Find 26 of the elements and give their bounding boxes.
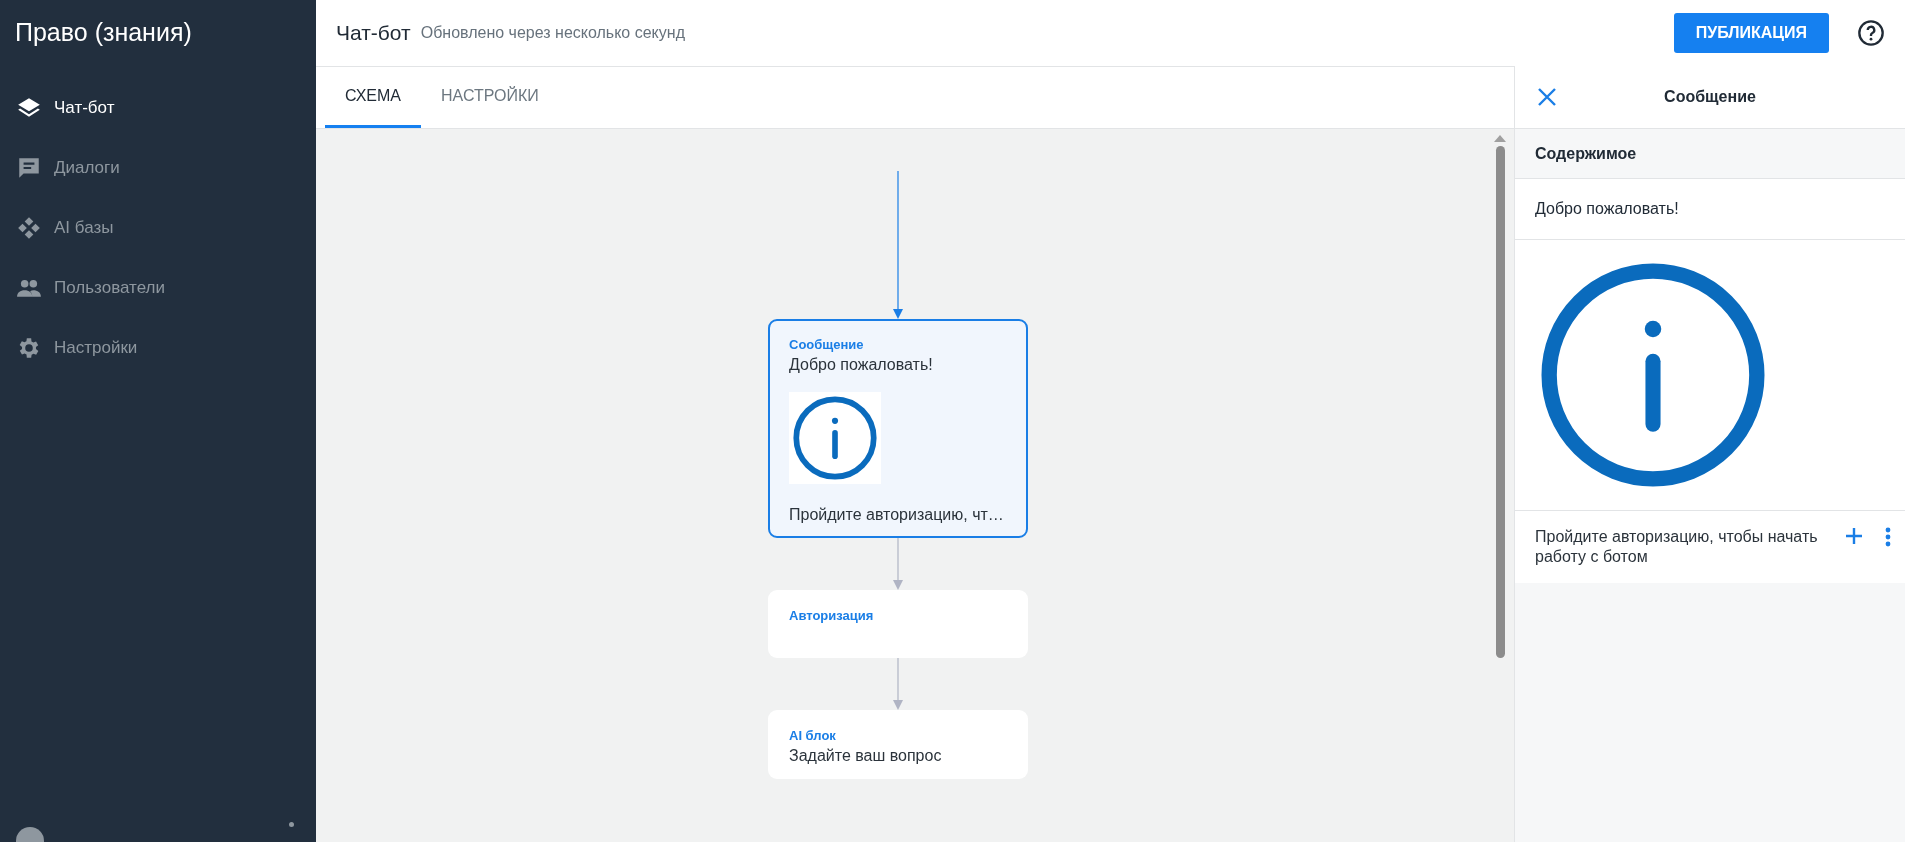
sidebar-item[interactable]: Чат-бот [0,78,316,138]
diamonds-icon [16,215,42,241]
message-text: Добро пожаловать! [1515,179,1905,240]
flow-node[interactable]: Авторизация [768,590,1028,658]
panel-title: Сообщение [1663,88,1757,106]
connector-arrow [892,658,904,710]
message-caption: Пройдите авторизацию, чтобы начать работу с ботом [1535,527,1819,567]
sidebar-item[interactable]: AI базы [0,198,316,258]
update-status: Обновлено через несколько секунд [420,24,685,42]
more-button[interactable] [1885,527,1891,547]
publish-button[interactable]: ПУБЛИКАЦИЯ [1673,13,1829,53]
connector-arrow [892,538,904,590]
sidebar-item[interactable]: Пользователи [0,258,316,318]
sidebar-item[interactable]: Диалоги [0,138,316,198]
tab[interactable]: НАСТРОЙКИ [421,67,559,128]
more-icon[interactable] [289,822,294,827]
info-icon [791,394,879,482]
page-title: Чат-бот [336,21,411,45]
flow-node[interactable]: Сообщение Добро пожаловать! Пройдите авторизацию, чт… [768,319,1028,538]
add-button[interactable] [1845,527,1863,545]
help-icon[interactable] [1857,19,1885,47]
scrollbar-thumb[interactable] [1495,146,1505,658]
app-title: Право (знания) [14,17,193,48]
sidebar-item[interactable]: Настройки [0,318,316,378]
scroll-up-icon[interactable] [1494,135,1506,142]
flow-node[interactable]: AI блок Задайте ваш вопрос [768,710,1028,779]
